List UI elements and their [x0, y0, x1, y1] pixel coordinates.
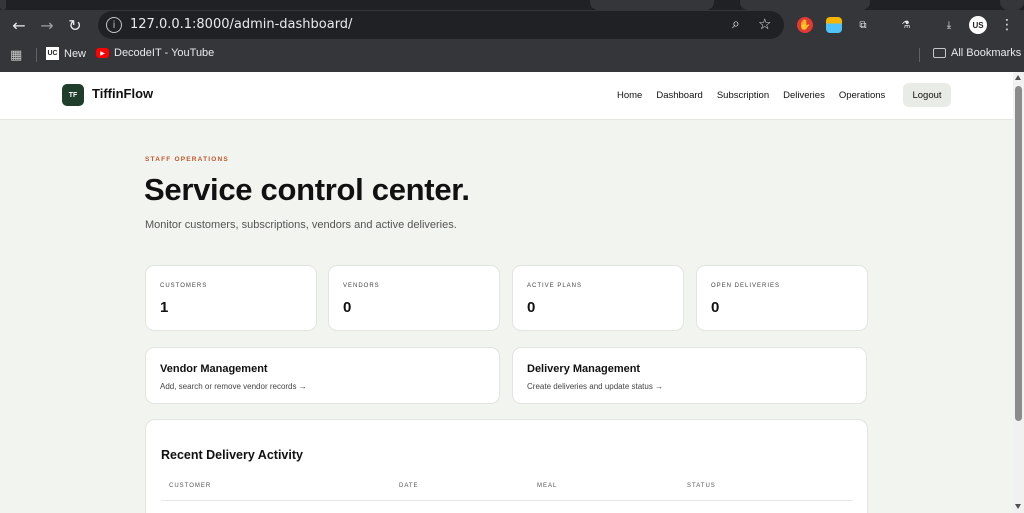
- bookmarks-divider: [36, 48, 37, 62]
- browser-toolbar: ← → ↻ i 127.0.0.1:8000/admin-dashboard/ …: [0, 10, 1024, 40]
- tab-inactive[interactable]: [590, 0, 714, 10]
- tab-strip: [0, 0, 1024, 10]
- column-header-status: STATUS: [687, 483, 716, 489]
- table-header-divider: [161, 500, 853, 501]
- main-nav: Home Dashboard Subscription Deliveries O…: [617, 90, 885, 101]
- logout-button[interactable]: Logout: [903, 83, 951, 107]
- stat-value: 0: [527, 299, 536, 316]
- stat-value: 0: [343, 299, 352, 316]
- nav-deliveries[interactable]: Deliveries: [783, 90, 825, 101]
- all-bookmarks-button[interactable]: All Bookmarks: [933, 47, 1021, 59]
- back-icon[interactable]: ←: [8, 14, 30, 36]
- tab-edge-left[interactable]: [0, 0, 6, 10]
- apps-grid-icon[interactable]: ▦: [10, 48, 22, 63]
- extension-color-icon[interactable]: [826, 17, 842, 33]
- scroll-up-arrow-icon[interactable]: [1015, 75, 1021, 80]
- extensions-puzzle-icon[interactable]: ⧉: [855, 17, 871, 33]
- card-description: Create deliveries and update status →: [527, 382, 664, 391]
- browser-menu-icon[interactable]: ⋮: [1000, 17, 1014, 33]
- bookmarks-divider-right: [919, 48, 920, 62]
- stat-card-active-plans: ACTIVE PLANS 0: [512, 265, 684, 331]
- nav-subscription[interactable]: Subscription: [717, 90, 769, 101]
- nav-home[interactable]: Home: [617, 90, 642, 101]
- uc-favicon-icon: UC: [46, 47, 59, 60]
- bookmark-decodeit-youtube[interactable]: ▶ DecodeIT - YouTube: [96, 47, 214, 59]
- bookmark-label: New: [64, 47, 87, 60]
- downloads-icon[interactable]: ⤓: [941, 17, 957, 33]
- stat-label: OPEN DELIVERIES: [711, 283, 781, 289]
- address-bar[interactable]: i 127.0.0.1:8000/admin-dashboard/ ⌕ ☆: [98, 11, 784, 39]
- logo-badge[interactable]: TF: [62, 84, 84, 106]
- stat-label: CUSTOMERS: [160, 283, 208, 289]
- section-title: Recent Delivery Activity: [161, 448, 303, 462]
- page-viewport: TF TiffinFlow Home Dashboard Subscriptio…: [0, 72, 1013, 513]
- tab-inactive-2[interactable]: [740, 0, 870, 10]
- extension-stop-icon[interactable]: ✋: [797, 17, 813, 33]
- site-header: TF TiffinFlow Home Dashboard Subscriptio…: [0, 72, 1013, 120]
- column-header-customer: CUSTOMER: [169, 483, 212, 489]
- reload-icon[interactable]: ↻: [64, 14, 86, 36]
- bookmark-label: DecodeIT - YouTube: [114, 47, 215, 59]
- page-title: Service control center.: [144, 172, 470, 207]
- browser-chrome: ← → ↻ i 127.0.0.1:8000/admin-dashboard/ …: [0, 0, 1024, 72]
- section-eyebrow: STAFF OPERATIONS: [145, 156, 229, 163]
- nav-dashboard[interactable]: Dashboard: [656, 90, 702, 101]
- zoom-icon[interactable]: ⌕: [732, 16, 740, 32]
- bookmark-new[interactable]: UC New: [46, 47, 86, 60]
- scroll-down-arrow-icon[interactable]: [1015, 504, 1021, 509]
- column-header-meal: MEAL: [537, 483, 558, 489]
- card-description: Add, search or remove vendor records →: [160, 382, 307, 391]
- stat-label: ACTIVE PLANS: [527, 283, 583, 289]
- page-subtitle: Monitor customers, subscriptions, vendor…: [145, 219, 457, 231]
- column-header-date: DATE: [399, 483, 419, 489]
- card-title: Delivery Management: [527, 363, 641, 375]
- recent-delivery-activity-card: Recent Delivery Activity CUSTOMER DATE M…: [145, 419, 868, 513]
- stat-card-open-deliveries: OPEN DELIVERIES 0: [696, 265, 868, 331]
- stat-label: VENDORS: [343, 283, 380, 289]
- bookmark-star-icon[interactable]: ☆: [758, 15, 771, 33]
- labs-icon[interactable]: ⚗: [898, 17, 914, 33]
- stat-card-vendors: VENDORS 0: [328, 265, 500, 331]
- stat-card-customers: CUSTOMERS 1: [145, 265, 317, 331]
- delivery-management-card[interactable]: Delivery Management Create deliveries an…: [512, 347, 867, 404]
- stat-value: 1: [160, 299, 169, 316]
- page-scrollbar[interactable]: [1013, 72, 1024, 513]
- tab-edge-right[interactable]: [1000, 0, 1024, 10]
- brand-name[interactable]: TiffinFlow: [92, 86, 153, 101]
- bookmarks-bar: ▦ UC New ▶ DecodeIT - YouTube All Bookma…: [0, 44, 1024, 66]
- nav-operations[interactable]: Operations: [839, 90, 885, 101]
- profile-avatar[interactable]: US: [969, 16, 987, 34]
- forward-icon[interactable]: →: [36, 14, 58, 36]
- card-title: Vendor Management: [160, 363, 268, 375]
- youtube-favicon-icon: ▶: [96, 48, 109, 58]
- vendor-management-card[interactable]: Vendor Management Add, search or remove …: [145, 347, 500, 404]
- url-text[interactable]: 127.0.0.1:8000/admin-dashboard/: [130, 17, 352, 32]
- scroll-thumb[interactable]: [1015, 86, 1022, 421]
- stat-value: 0: [711, 299, 720, 316]
- all-bookmarks-label: All Bookmarks: [951, 47, 1022, 59]
- site-info-icon[interactable]: i: [106, 17, 122, 33]
- folder-icon: [933, 48, 946, 58]
